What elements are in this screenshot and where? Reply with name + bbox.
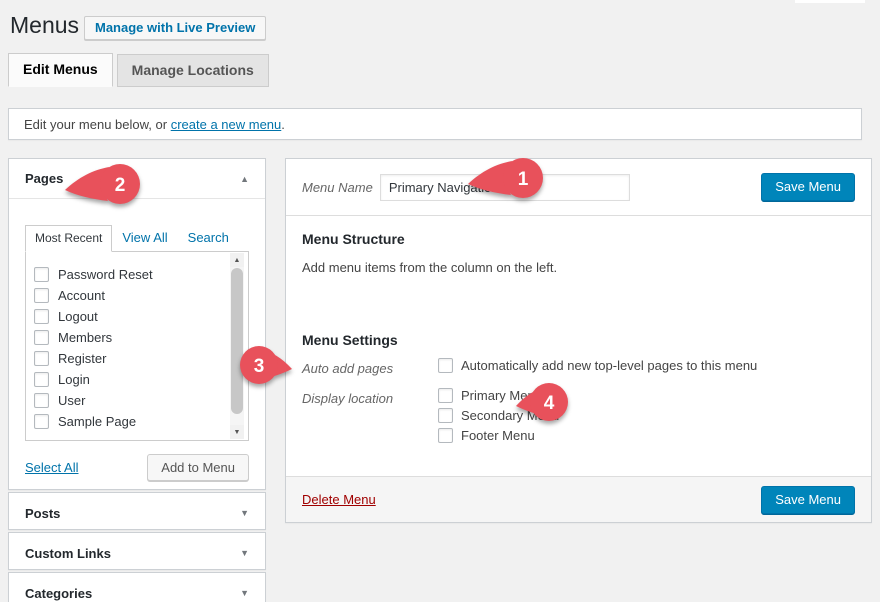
display-location-label: Display location — [302, 391, 393, 406]
list-item: User — [34, 390, 222, 411]
nav-tabs: Edit Menus Manage Locations — [8, 53, 273, 87]
pages-inner-tabs: Most Recent View All Search — [25, 225, 249, 251]
page-checkbox-login[interactable] — [34, 372, 49, 387]
manage-live-preview-button[interactable]: Manage with Live Preview — [84, 16, 266, 40]
posts-panel-header[interactable]: Posts ▼ — [9, 493, 265, 533]
select-all-link[interactable]: Select All — [25, 460, 78, 475]
categories-panel: Categories ▼ — [8, 572, 266, 602]
custom-links-panel-title: Custom Links — [25, 546, 111, 561]
chevron-down-icon[interactable]: ▼ — [240, 588, 249, 598]
screen-options-tab-remnant — [795, 0, 865, 3]
list-item: Login — [34, 369, 222, 390]
list-item: Members — [34, 327, 222, 348]
page-checkbox-password-reset[interactable] — [34, 267, 49, 282]
page-checkbox-user[interactable] — [34, 393, 49, 408]
posts-panel: Posts ▼ — [8, 492, 266, 530]
callout-3-arrow: 3 — [238, 344, 294, 386]
menu-editor-panel: Menu Name Save Menu Menu Structure Add m… — [285, 158, 872, 523]
callout-1-number: 1 — [518, 169, 529, 190]
callout-1-arrow: 1 — [466, 157, 546, 201]
page-item-label: Register — [58, 351, 106, 366]
list-item: Register — [34, 348, 222, 369]
menu-settings-heading: Menu Settings — [302, 332, 398, 348]
notice-text: Edit your menu below, or — [24, 117, 167, 132]
custom-links-panel-header[interactable]: Custom Links ▼ — [9, 533, 265, 573]
tab-most-recent[interactable]: Most Recent — [25, 225, 112, 252]
pages-panel: Pages ▲ Most Recent View All Search Pass… — [8, 158, 266, 490]
chevron-down-icon[interactable]: ▼ — [240, 508, 249, 518]
auto-add-checkbox[interactable] — [438, 358, 453, 373]
edit-menu-notice: Edit your menu below, or create a new me… — [8, 108, 862, 140]
list-item: Sample Page — [34, 411, 222, 432]
page-item-label: Password Reset — [58, 267, 153, 282]
auto-add-pages-label: Auto add pages — [302, 361, 393, 376]
tab-edit-menus[interactable]: Edit Menus — [8, 53, 113, 87]
callout-2-arrow: 2 — [63, 163, 143, 207]
callout-4-number: 4 — [544, 393, 555, 414]
wordpress-menus-screen: Menus Manage with Live Preview Edit Menu… — [0, 0, 880, 602]
menu-structure-description: Add menu items from the column on the le… — [302, 260, 557, 275]
callout-3-number: 3 — [254, 356, 265, 377]
scrollbar-thumb[interactable] — [231, 268, 243, 414]
page-checkbox-members[interactable] — [34, 330, 49, 345]
create-new-menu-link[interactable]: create a new menu — [171, 117, 282, 132]
list-item: Account — [34, 285, 222, 306]
save-menu-button-bottom[interactable]: Save Menu — [761, 486, 855, 514]
page-checkbox-account[interactable] — [34, 288, 49, 303]
chevron-up-icon[interactable]: ▲ — [240, 174, 249, 184]
page-item-label: Login — [58, 372, 90, 387]
page-checkbox-logout[interactable] — [34, 309, 49, 324]
tab-search[interactable]: Search — [178, 225, 239, 251]
save-menu-button-top[interactable]: Save Menu — [761, 173, 855, 201]
callout-2-number: 2 — [115, 175, 126, 196]
pages-panel-actions: Select All Add to Menu — [25, 454, 249, 481]
auto-add-pages-setting: Automatically add new top-level pages to… — [438, 358, 757, 378]
auto-add-checkbox-label: Automatically add new top-level pages to… — [461, 358, 757, 373]
menu-name-label: Menu Name — [302, 180, 373, 195]
categories-panel-title: Categories — [25, 586, 92, 601]
add-to-menu-button[interactable]: Add to Menu — [147, 454, 249, 481]
location-row: Footer Menu — [438, 428, 559, 443]
delete-menu-link[interactable]: Delete Menu — [302, 492, 376, 507]
categories-panel-header[interactable]: Categories ▼ — [9, 573, 265, 602]
pages-panel-body: Most Recent View All Search Password Res… — [9, 199, 265, 481]
page-item-label: Members — [58, 330, 112, 345]
pages-panel-title: Pages — [25, 171, 63, 186]
tab-view-all[interactable]: View All — [112, 225, 177, 251]
page-checkbox-sample-page[interactable] — [34, 414, 49, 429]
callout-4-arrow: 4 — [514, 381, 570, 423]
page-item-label: Logout — [58, 309, 98, 324]
notice-suffix: . — [281, 117, 285, 132]
menu-name-bar: Menu Name Save Menu — [286, 159, 871, 216]
chevron-down-icon[interactable]: ▼ — [240, 548, 249, 558]
scroll-down-icon[interactable]: ▼ — [230, 425, 244, 439]
footer-menu-label: Footer Menu — [461, 428, 535, 443]
list-item: Logout — [34, 306, 222, 327]
page-title: Menus — [10, 12, 79, 39]
menu-structure-heading: Menu Structure — [302, 231, 405, 247]
page-checkbox-register[interactable] — [34, 351, 49, 366]
footer-menu-checkbox[interactable] — [438, 428, 453, 443]
page-item-label: User — [58, 393, 85, 408]
list-item: Password Reset — [34, 264, 222, 285]
scroll-up-icon[interactable]: ▲ — [230, 253, 244, 267]
primary-menu-checkbox[interactable] — [438, 388, 453, 403]
posts-panel-title: Posts — [25, 506, 60, 521]
menu-editor-footer: Delete Menu Save Menu — [286, 476, 871, 522]
tab-manage-locations[interactable]: Manage Locations — [117, 54, 269, 87]
pages-checklist: Password Reset Account Logout Members Re… — [25, 251, 249, 441]
custom-links-panel: Custom Links ▼ — [8, 532, 266, 570]
page-item-label: Sample Page — [58, 414, 136, 429]
page-item-label: Account — [58, 288, 105, 303]
auto-add-row: Automatically add new top-level pages to… — [438, 358, 757, 373]
secondary-menu-checkbox[interactable] — [438, 408, 453, 423]
